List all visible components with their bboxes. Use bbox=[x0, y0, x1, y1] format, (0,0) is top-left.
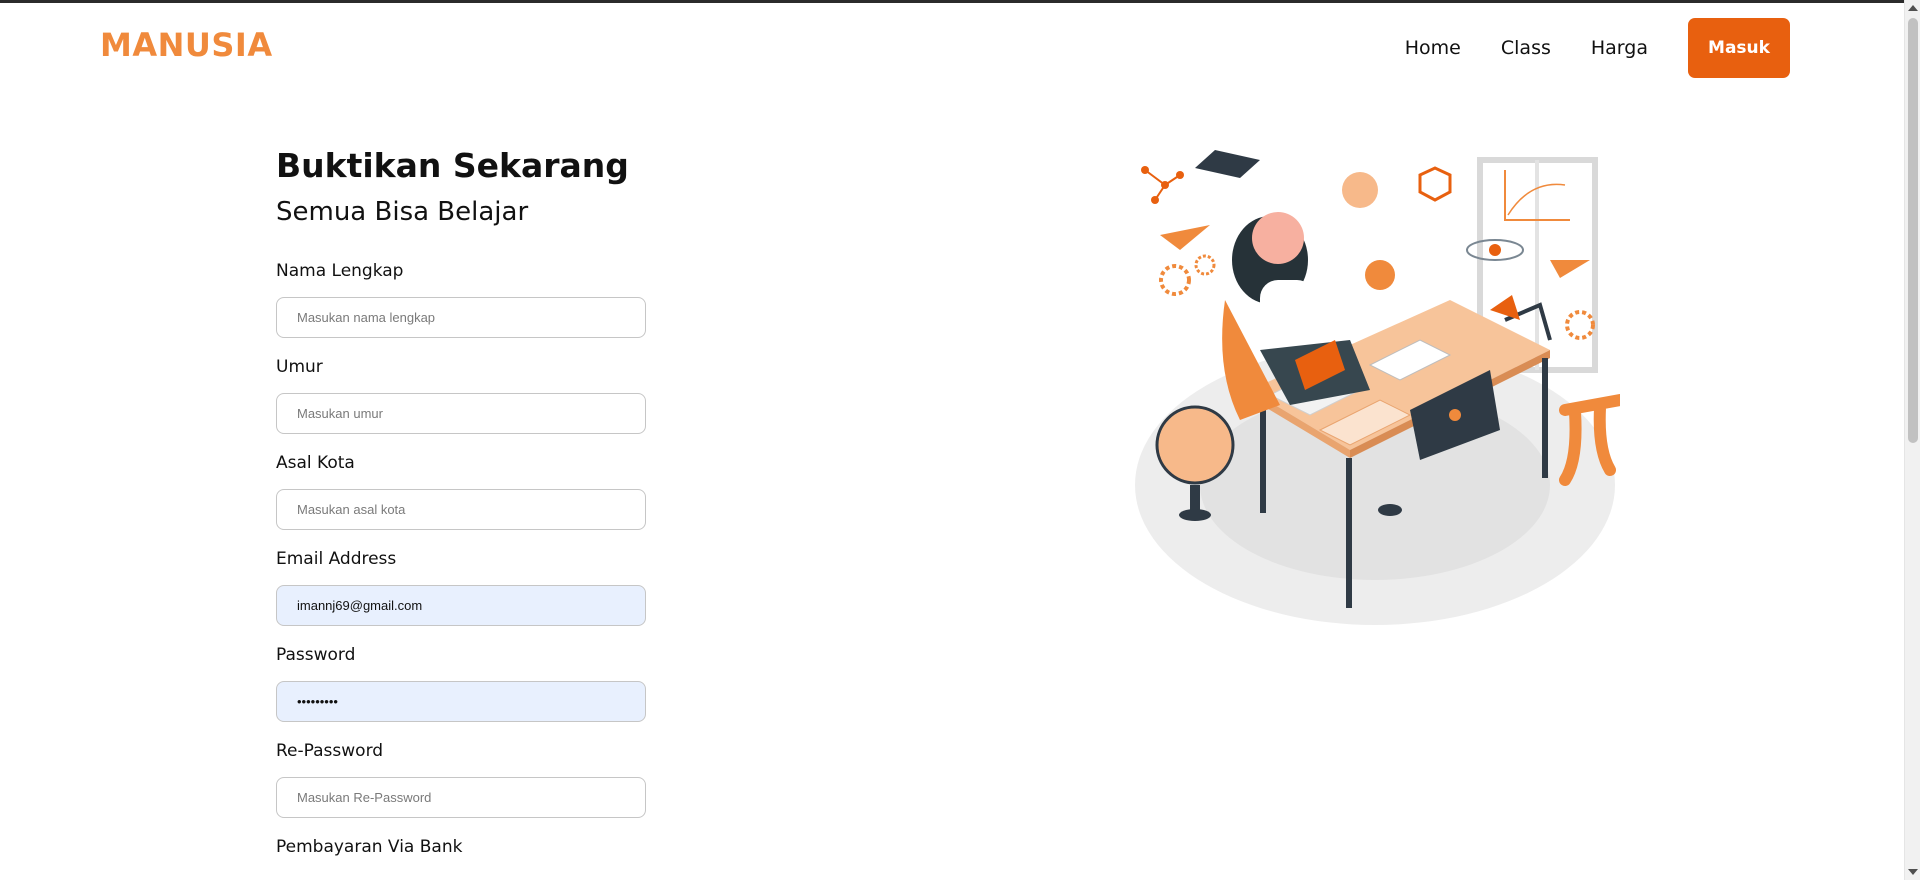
student-studying-illustration bbox=[1135, 150, 1620, 625]
globe-stand bbox=[1190, 485, 1200, 510]
browser-top-border bbox=[0, 0, 1920, 3]
registration-form: Buktikan Sekarang Semua Bisa Belajar Nam… bbox=[276, 144, 646, 858]
brand-logo[interactable]: MANUSIA bbox=[100, 26, 273, 64]
main-nav: Home Class Harga Masuk bbox=[1405, 18, 1790, 78]
desk-leg bbox=[1542, 358, 1548, 478]
gear-icon bbox=[1194, 254, 1216, 276]
laptop-logo bbox=[1449, 409, 1461, 421]
login-button[interactable]: Masuk bbox=[1688, 18, 1790, 78]
password-input[interactable] bbox=[276, 681, 646, 722]
graduation-cap-icon bbox=[1195, 150, 1260, 178]
password-label: Password bbox=[276, 645, 356, 665]
city-label: Asal Kota bbox=[276, 453, 355, 473]
flask-icon bbox=[1365, 260, 1395, 290]
nav-home-link[interactable]: Home bbox=[1405, 37, 1461, 59]
desk-lamp-icon bbox=[1490, 295, 1520, 320]
re-password-input[interactable] bbox=[276, 777, 646, 818]
shoe bbox=[1378, 504, 1402, 516]
gear-icon bbox=[1565, 310, 1595, 340]
full-name-input[interactable] bbox=[276, 297, 646, 338]
shirt bbox=[1260, 280, 1315, 350]
scroll-down-arrow-icon[interactable] bbox=[1908, 869, 1918, 875]
lightbulb-icon bbox=[1342, 172, 1378, 208]
paper-plane-icon bbox=[1160, 225, 1210, 250]
email-label: Email Address bbox=[276, 549, 397, 569]
chemical-ring-icon bbox=[1418, 166, 1452, 202]
full-name-label: Nama Lengkap bbox=[276, 261, 404, 281]
globe-icon bbox=[1155, 405, 1235, 485]
email-input[interactable] bbox=[276, 585, 646, 626]
desk-leg bbox=[1260, 398, 1266, 513]
scroll-up-arrow-icon[interactable] bbox=[1908, 5, 1918, 11]
page-subtitle: Semua Bisa Belajar bbox=[276, 197, 529, 227]
paper-plane-icon bbox=[1550, 260, 1590, 278]
atom-core bbox=[1489, 244, 1501, 256]
page-title: Buktikan Sekarang bbox=[276, 146, 629, 185]
face bbox=[1252, 212, 1304, 264]
age-label: Umur bbox=[276, 357, 323, 377]
page-scrollbar[interactable] bbox=[1904, 0, 1920, 880]
scrollbar-thumb[interactable] bbox=[1908, 18, 1918, 443]
desk-leg bbox=[1346, 458, 1352, 608]
nav-class-link[interactable]: Class bbox=[1501, 37, 1551, 59]
re-password-label: Re-Password bbox=[276, 741, 384, 761]
city-input[interactable] bbox=[276, 489, 646, 530]
gear-icon bbox=[1159, 264, 1191, 296]
age-input[interactable] bbox=[276, 393, 646, 434]
globe-base bbox=[1179, 509, 1211, 521]
bank-payment-label: Pembayaran Via Bank bbox=[276, 837, 463, 857]
nav-harga-link[interactable]: Harga bbox=[1591, 37, 1648, 59]
